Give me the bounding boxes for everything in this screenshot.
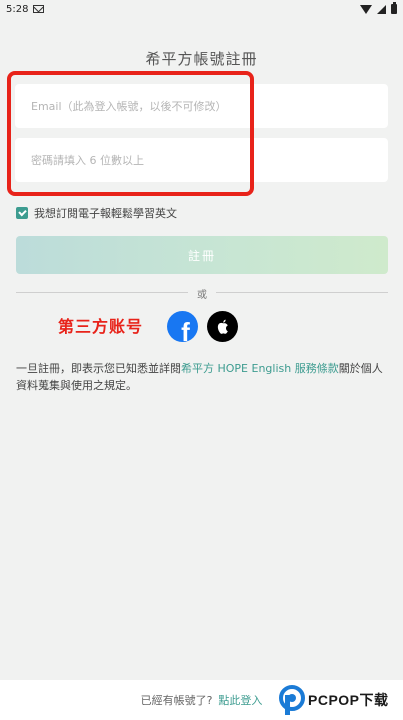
page-title: 希平方帳號註冊 — [145, 50, 258, 68]
signal-icon — [377, 4, 386, 14]
apple-login-button[interactable] — [207, 311, 238, 342]
or-divider-text: 或 — [197, 290, 207, 301]
apple-icon — [217, 319, 228, 334]
gmail-notification-icon — [33, 5, 45, 13]
newsletter-checkbox[interactable] — [16, 207, 28, 219]
wifi-icon — [360, 4, 372, 14]
email-field[interactable] — [15, 84, 388, 128]
terms-prefix: 一旦註冊，即表示您已知悉並詳閱 — [16, 362, 181, 375]
password-field[interactable] — [15, 138, 388, 182]
facebook-login-button[interactable]: f — [167, 311, 198, 342]
have-account-text: 已經有帳號了? — [140, 694, 213, 707]
watermark-logo-icon — [279, 685, 305, 715]
status-time: 5:28 — [6, 3, 29, 15]
facebook-icon: f — [181, 317, 190, 342]
signup-button[interactable]: 註冊 — [16, 236, 388, 274]
login-link[interactable]: 點此登入 — [218, 692, 262, 708]
terms-of-service-link[interactable]: 希平方 HOPE English 服務條款 — [181, 362, 339, 375]
newsletter-option[interactable]: 我想訂閱電子報輕鬆學習英文 — [16, 205, 177, 221]
divider-right — [216, 292, 388, 293]
terms-text: 一旦註冊，即表示您已知悉並詳閱希平方 HOPE English 服務條款關於個人… — [16, 360, 388, 394]
status-bar: 5:28 — [0, 0, 403, 18]
watermark: PCPOP下载 — [279, 683, 389, 717]
battery-icon — [391, 2, 397, 14]
watermark-text: PCPOP下载 — [308, 692, 389, 708]
newsletter-label: 我想訂閱電子報輕鬆學習英文 — [34, 207, 177, 220]
email-input[interactable] — [31, 99, 372, 113]
password-input[interactable] — [31, 153, 372, 167]
divider-left — [16, 292, 188, 293]
third-party-annotation: 第三方账号 — [58, 317, 144, 336]
